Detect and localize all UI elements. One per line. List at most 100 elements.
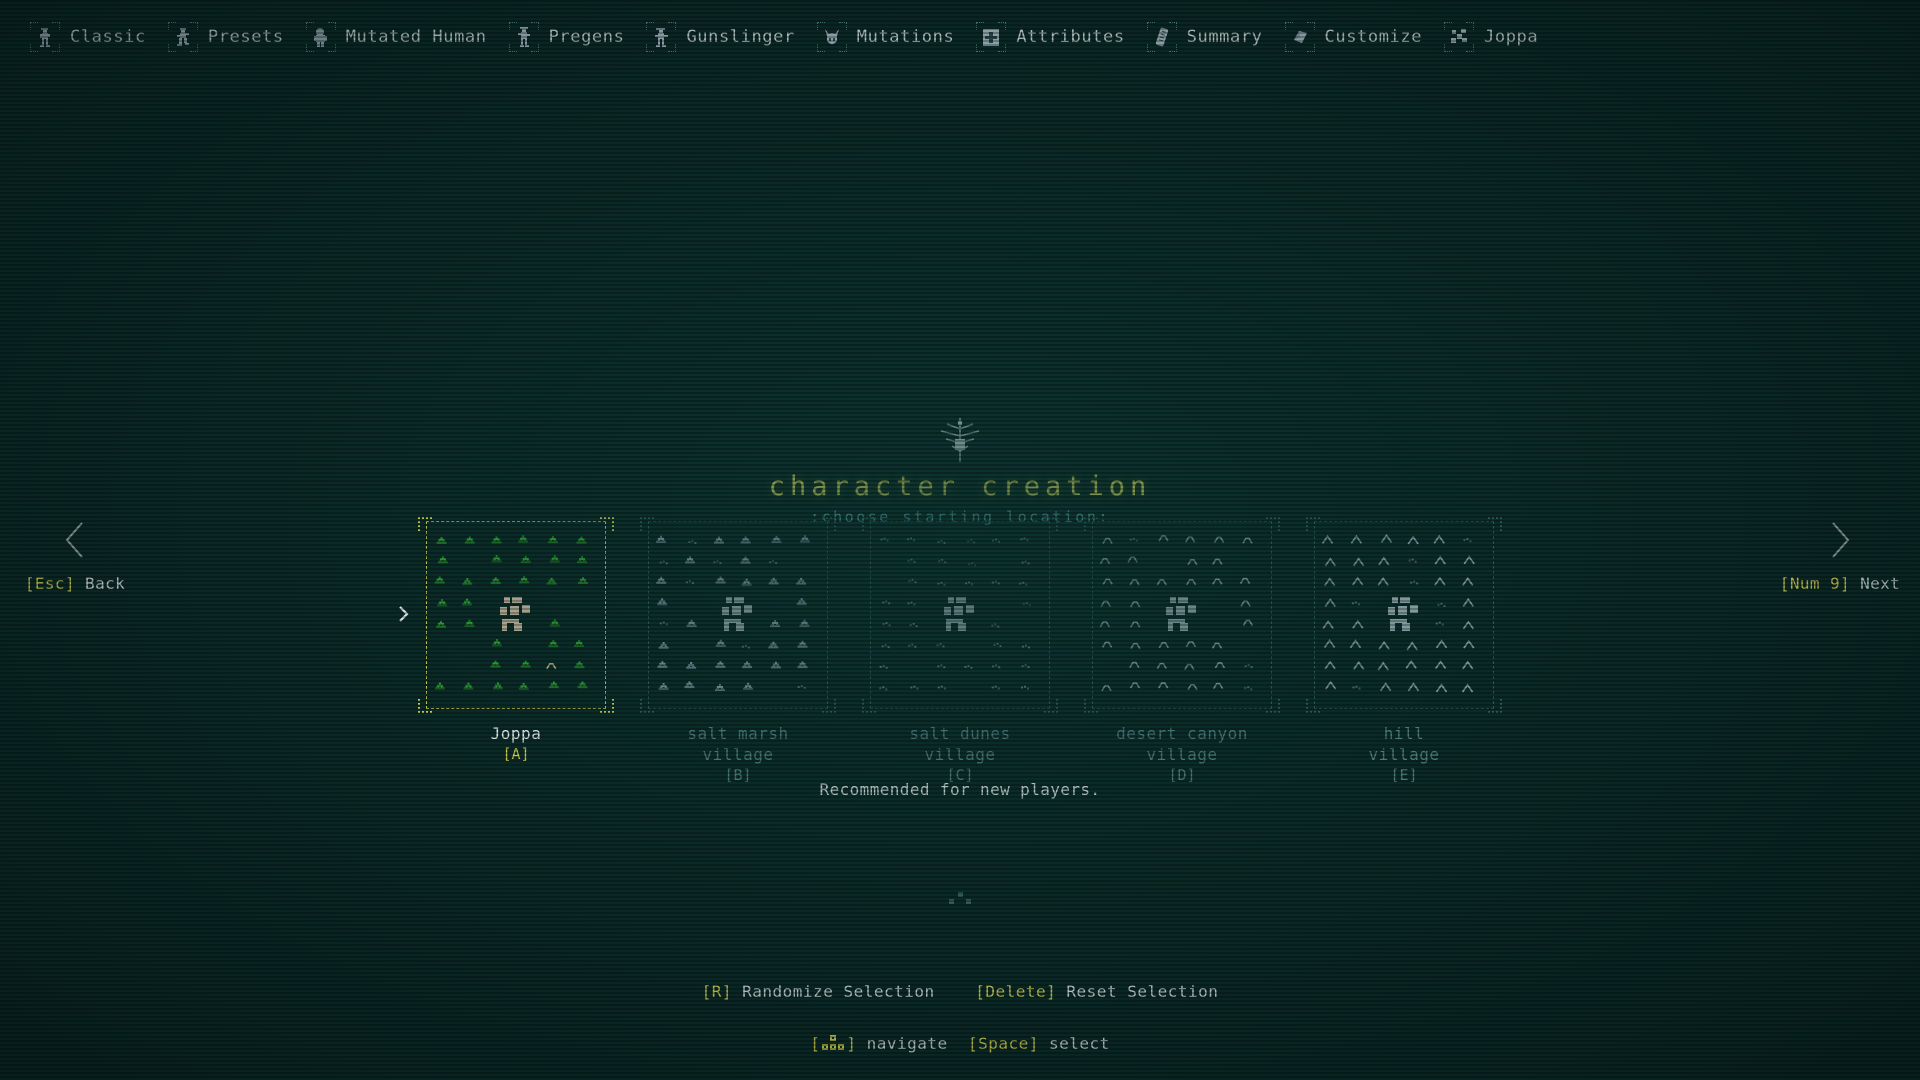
icon-corner-bracket xyxy=(1284,22,1293,30)
icon-corner-bracket xyxy=(508,22,517,30)
card-corner-bracket xyxy=(1488,517,1502,531)
location-name: hill xyxy=(1383,724,1425,743)
icon-corner-bracket xyxy=(530,22,539,30)
card-corner-bracket xyxy=(600,517,614,531)
navigate-bracket-open: [ xyxy=(810,1034,821,1053)
nav-item-joppa[interactable]: Joppa xyxy=(1444,22,1538,52)
location-card-desert-canyon[interactable]: desert canyon village [D] xyxy=(1084,517,1280,786)
location-card-frame xyxy=(1306,517,1502,713)
nav-item-mutated-human[interactable]: Mutated Human xyxy=(305,22,487,52)
location-preview-tilemap xyxy=(432,531,600,699)
nav-item-customize[interactable]: Customize xyxy=(1284,22,1423,52)
card-corner-bracket xyxy=(600,699,614,713)
card-corner-bracket xyxy=(1306,517,1320,531)
icon-corner-bracket xyxy=(52,22,60,30)
decorative-glyph xyxy=(0,888,1920,912)
icon-corner-bracket xyxy=(1444,22,1453,30)
back-nav-button[interactable]: [Esc] Back xyxy=(20,520,130,593)
nav-item-label: Summary xyxy=(1186,27,1263,47)
card-corner-bracket xyxy=(1488,699,1502,713)
icon-corner-bracket xyxy=(1168,22,1177,30)
card-corner-bracket xyxy=(1266,517,1280,531)
location-card-salt-dunes[interactable]: salt dunes village [C] xyxy=(862,517,1058,786)
icon-corner-bracket xyxy=(1444,44,1453,52)
icon-corner-bracket xyxy=(1306,22,1315,30)
location-card-caption: hill village [E] xyxy=(1306,723,1502,786)
nav-item-classic[interactable]: Classic xyxy=(30,22,146,52)
page-header: character creation :choose starting loca… xyxy=(0,415,1920,526)
attribute-block-icon xyxy=(976,22,1007,52)
pregen-figure-icon xyxy=(508,22,539,52)
top-navigation-bar: Classic Presets Mutated Human Pregens Gunsli… xyxy=(30,22,1560,52)
icon-corner-bracket xyxy=(1466,22,1475,30)
icon-corner-bracket xyxy=(30,44,38,52)
icon-corner-bracket xyxy=(646,22,655,30)
nav-item-label: Mutations xyxy=(856,27,955,47)
icon-corner-bracket xyxy=(668,22,677,30)
nav-item-mutations[interactable]: Mutations xyxy=(816,22,955,52)
location-card-joppa[interactable]: Joppa [A] xyxy=(399,517,614,765)
icon-corner-bracket xyxy=(327,44,336,52)
icon-corner-bracket xyxy=(1466,44,1475,52)
card-corner-bracket xyxy=(1084,517,1098,531)
reset-label[interactable]: Reset Selection xyxy=(1066,982,1218,1001)
card-corner-bracket xyxy=(418,699,432,713)
mutated-human-icon xyxy=(305,22,336,52)
icon-corner-bracket xyxy=(530,44,539,52)
randomize-label[interactable]: Randomize Selection xyxy=(742,982,935,1001)
randomize-key[interactable]: [R] xyxy=(702,982,732,1001)
icon-corner-bracket xyxy=(838,22,847,30)
icon-corner-bracket xyxy=(838,44,847,52)
location-card-caption: salt dunes village [C] xyxy=(862,723,1058,786)
location-name-line2: village xyxy=(1368,745,1440,764)
nav-item-presets[interactable]: Presets xyxy=(167,22,284,52)
running-figure-icon xyxy=(167,22,198,52)
icon-corner-bracket xyxy=(167,22,176,30)
location-card-salt-marsh[interactable]: salt marsh village [B] xyxy=(640,517,836,786)
icon-corner-bracket xyxy=(976,22,985,30)
small-ruin-glyph-icon xyxy=(949,892,971,904)
select-label[interactable]: select xyxy=(1049,1034,1110,1053)
location-name: Joppa xyxy=(490,724,542,743)
nav-item-pregens[interactable]: Pregens xyxy=(508,22,625,52)
reset-key[interactable]: [Delete] xyxy=(975,982,1056,1001)
card-corner-bracket xyxy=(1044,699,1058,713)
location-preview-tilemap xyxy=(654,531,822,699)
location-name-line2: village xyxy=(1146,745,1218,764)
gem-icon xyxy=(1284,22,1315,52)
nav-item-label: Mutated Human xyxy=(345,27,487,47)
nav-item-summary[interactable]: Summary xyxy=(1146,22,1263,52)
gunslinger-icon xyxy=(646,22,677,52)
starting-location-card-row: Joppa [A] salt marsh village [B] salt dunes vi… xyxy=(0,517,1920,786)
icon-corner-bracket xyxy=(998,44,1007,52)
select-key[interactable]: [Space] xyxy=(968,1034,1039,1053)
icon-corner-bracket xyxy=(998,22,1007,30)
location-card-frame xyxy=(640,517,836,713)
next-key: [Num 9] xyxy=(1779,574,1851,593)
gunslinger-figure-icon xyxy=(30,22,60,52)
icon-corner-bracket xyxy=(1146,22,1155,30)
selection-cursor-icon xyxy=(398,605,410,623)
location-hotkey[interactable]: [A] xyxy=(418,744,614,765)
card-corner-bracket xyxy=(862,699,876,713)
back-nav-label: [Esc] Back xyxy=(20,574,130,593)
nav-item-label: Presets xyxy=(207,27,284,47)
card-corner-bracket xyxy=(1306,699,1320,713)
icon-corner-bracket xyxy=(1284,44,1293,52)
location-name: salt dunes xyxy=(909,724,1011,743)
footer-actions: [R] Randomize Selection [Delete] Reset S… xyxy=(0,982,1920,1001)
icon-corner-bracket xyxy=(305,22,314,30)
navigate-bracket-close: ] xyxy=(846,1034,857,1053)
icon-corner-bracket xyxy=(189,44,198,52)
next-label: Next xyxy=(1860,574,1901,593)
next-nav-button[interactable]: [Num 9] Next xyxy=(1770,520,1910,593)
icon-corner-bracket xyxy=(30,22,38,30)
location-card-hill[interactable]: hill village [E] xyxy=(1306,517,1502,786)
icon-corner-bracket xyxy=(189,22,198,30)
location-card-frame xyxy=(399,517,614,713)
location-name: desert canyon xyxy=(1116,724,1248,743)
nav-item-label: Classic xyxy=(70,27,146,47)
nav-item-gunslinger[interactable]: Gunslinger xyxy=(646,22,794,52)
nav-item-attributes[interactable]: Attributes xyxy=(976,22,1124,52)
back-key: [Esc] xyxy=(24,574,75,593)
